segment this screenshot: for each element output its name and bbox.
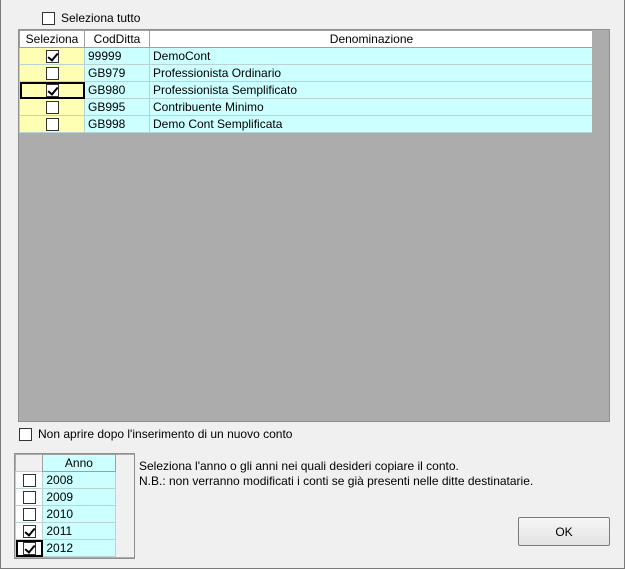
column-header-seleziona[interactable]: Seleziona <box>19 30 85 48</box>
year-value: 2012 <box>42 539 116 557</box>
table-row[interactable]: GB998 Demo Cont Semplificata <box>19 115 594 133</box>
no-open-box[interactable] <box>19 427 32 441</box>
column-header-denominazione[interactable]: Denominazione <box>149 30 594 48</box>
company-code: GB979 <box>84 64 150 82</box>
year-checkbox[interactable] <box>22 542 36 556</box>
row-select-cell[interactable] <box>19 115 85 133</box>
year-checkbox[interactable] <box>22 474 36 488</box>
year-checkbox[interactable] <box>22 491 36 505</box>
year-select-cell[interactable] <box>15 471 44 489</box>
company-code: GB980 <box>84 81 150 99</box>
year-value: 2009 <box>42 488 116 506</box>
year-value: 2010 <box>42 505 116 523</box>
table-row[interactable]: GB979 Professionista Ordinario <box>19 64 594 82</box>
year-checkbox[interactable] <box>22 525 36 539</box>
row-checkbox[interactable] <box>45 67 59 81</box>
year-value: 2008 <box>42 471 116 489</box>
companies-grid: Seleziona CodDitta Denominazione 99999 D… <box>18 29 610 422</box>
row-checkbox[interactable] <box>45 101 59 115</box>
row-checkbox[interactable] <box>45 84 59 98</box>
year-select-cell[interactable] <box>15 539 44 557</box>
column-header-codditta[interactable]: CodDitta <box>84 30 150 48</box>
company-name: Contribuente Minimo <box>149 98 594 116</box>
table-row[interactable]: 2010 <box>15 505 134 523</box>
row-select-cell[interactable] <box>19 81 85 99</box>
table-row[interactable]: 2011 <box>15 522 134 540</box>
year-select-cell[interactable] <box>15 505 44 523</box>
year-select-cell[interactable] <box>15 488 44 506</box>
company-code: GB995 <box>84 98 150 116</box>
row-select-cell[interactable] <box>19 64 85 82</box>
row-select-cell[interactable] <box>19 47 85 65</box>
select-all-box[interactable] <box>42 11 55 25</box>
year-value: 2011 <box>42 522 116 540</box>
column-header-anno[interactable]: Anno <box>42 454 116 472</box>
company-name: Demo Cont Semplificata <box>149 115 594 133</box>
row-checkbox[interactable] <box>45 50 59 64</box>
table-row[interactable]: 2009 <box>15 488 134 506</box>
select-all-label: Seleziona tutto <box>61 11 141 25</box>
info-line-1: Seleziona l'anno o gli anni nei quali de… <box>139 459 459 473</box>
table-row[interactable]: 99999 DemoCont <box>19 47 594 65</box>
years-grid: Anno 2008 2009 2010 2011 2012 <box>14 453 135 559</box>
no-open-label: Non aprire dopo l'inserimento di un nuov… <box>38 427 293 441</box>
info-text: Seleziona l'anno o gli anni nei quali de… <box>139 459 619 489</box>
year-checkbox[interactable] <box>22 508 36 522</box>
table-row[interactable]: 2008 <box>15 471 134 489</box>
table-row[interactable]: GB995 Contribuente Minimo <box>19 98 594 116</box>
row-select-cell[interactable] <box>19 98 85 116</box>
company-name: Professionista Ordinario <box>149 64 594 82</box>
table-row[interactable]: GB980 Professionista Semplificato <box>19 81 594 99</box>
company-code: GB998 <box>84 115 150 133</box>
company-code: 99999 <box>84 47 150 65</box>
no-open-checkbox[interactable]: Non aprire dopo l'inserimento di un nuov… <box>19 427 292 441</box>
company-name: DemoCont <box>149 47 594 65</box>
company-name: Professionista Semplificato <box>149 81 594 99</box>
row-checkbox[interactable] <box>45 118 59 132</box>
ok-button[interactable]: OK <box>518 517 610 546</box>
info-line-2: N.B.: non verranno modificati i conti se… <box>139 474 534 488</box>
grid-vertical-scrollbar[interactable] <box>592 30 609 421</box>
table-row[interactable]: 2012 <box>15 539 134 557</box>
year-select-cell[interactable] <box>15 522 44 540</box>
select-all-checkbox[interactable]: Seleziona tutto <box>42 11 140 25</box>
